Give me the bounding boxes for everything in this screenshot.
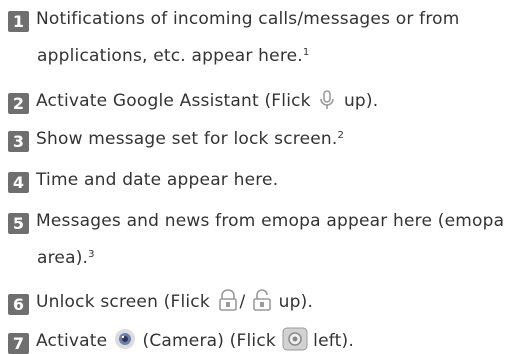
legend-item-1-continued: applications, etc. appear here.1 bbox=[37, 46, 309, 66]
item-text-line1: Notifications of incoming calls/messages… bbox=[36, 9, 460, 29]
legend-item-5: 5 Messages and news from emopa appear her… bbox=[8, 211, 522, 234]
item-text: Activate bbox=[36, 331, 108, 351]
item-text-line1: Messages and news from emopa appear here… bbox=[36, 211, 505, 231]
camera-button-icon bbox=[282, 327, 308, 354]
item-text-line2: applications, etc. appear here. bbox=[37, 46, 303, 66]
item-text-end: up). bbox=[278, 292, 314, 312]
item-text-end: up). bbox=[343, 91, 379, 111]
lock-open-icon bbox=[216, 288, 240, 317]
legend-item-5-continued: area).3 bbox=[37, 248, 95, 268]
item-text-line2: area). bbox=[37, 248, 89, 268]
item-number-badge: 6 bbox=[8, 294, 29, 315]
microphone-icon bbox=[316, 89, 338, 116]
callout-legend-list: 1 Notifications of incoming calls/message… bbox=[0, 0, 522, 354]
legend-item-6: 6 Unlock screen (Flick / up). bbox=[8, 288, 522, 317]
legend-item-7: 7 Activate (Camera) (Flick left). bbox=[8, 327, 522, 354]
item-text-end: left). bbox=[313, 331, 354, 351]
item-text: Unlock screen (Flick bbox=[36, 292, 210, 312]
legend-item-4: 4 Time and date appear here. bbox=[8, 170, 522, 193]
item-text: Show message set for lock screen. bbox=[36, 129, 338, 149]
footnote-marker: 2 bbox=[337, 130, 345, 141]
legend-item-3: 3 Show message set for lock screen.2 bbox=[8, 129, 522, 152]
legend-item-2: 2 Activate Google Assistant (Flick up). bbox=[8, 89, 522, 116]
legend-item-1: 1 Notifications of incoming calls/message… bbox=[8, 9, 522, 32]
icon-separator: / bbox=[239, 292, 246, 312]
item-number-badge: 2 bbox=[8, 93, 29, 114]
item-number-badge: 3 bbox=[8, 131, 29, 152]
item-number-badge: 1 bbox=[8, 11, 29, 32]
item-number-badge: 7 bbox=[8, 333, 29, 354]
item-text: Activate Google Assistant (Flick bbox=[36, 91, 311, 111]
footnote-marker: 3 bbox=[88, 249, 95, 260]
lock-icon bbox=[251, 288, 273, 317]
footnote-marker: 1 bbox=[302, 47, 310, 58]
item-text: Time and date appear here. bbox=[36, 170, 279, 190]
item-text-middle: (Camera) (Flick bbox=[142, 331, 276, 351]
item-number-badge: 4 bbox=[8, 172, 29, 193]
camera-app-icon bbox=[113, 327, 137, 354]
item-number-badge: 5 bbox=[8, 213, 29, 234]
